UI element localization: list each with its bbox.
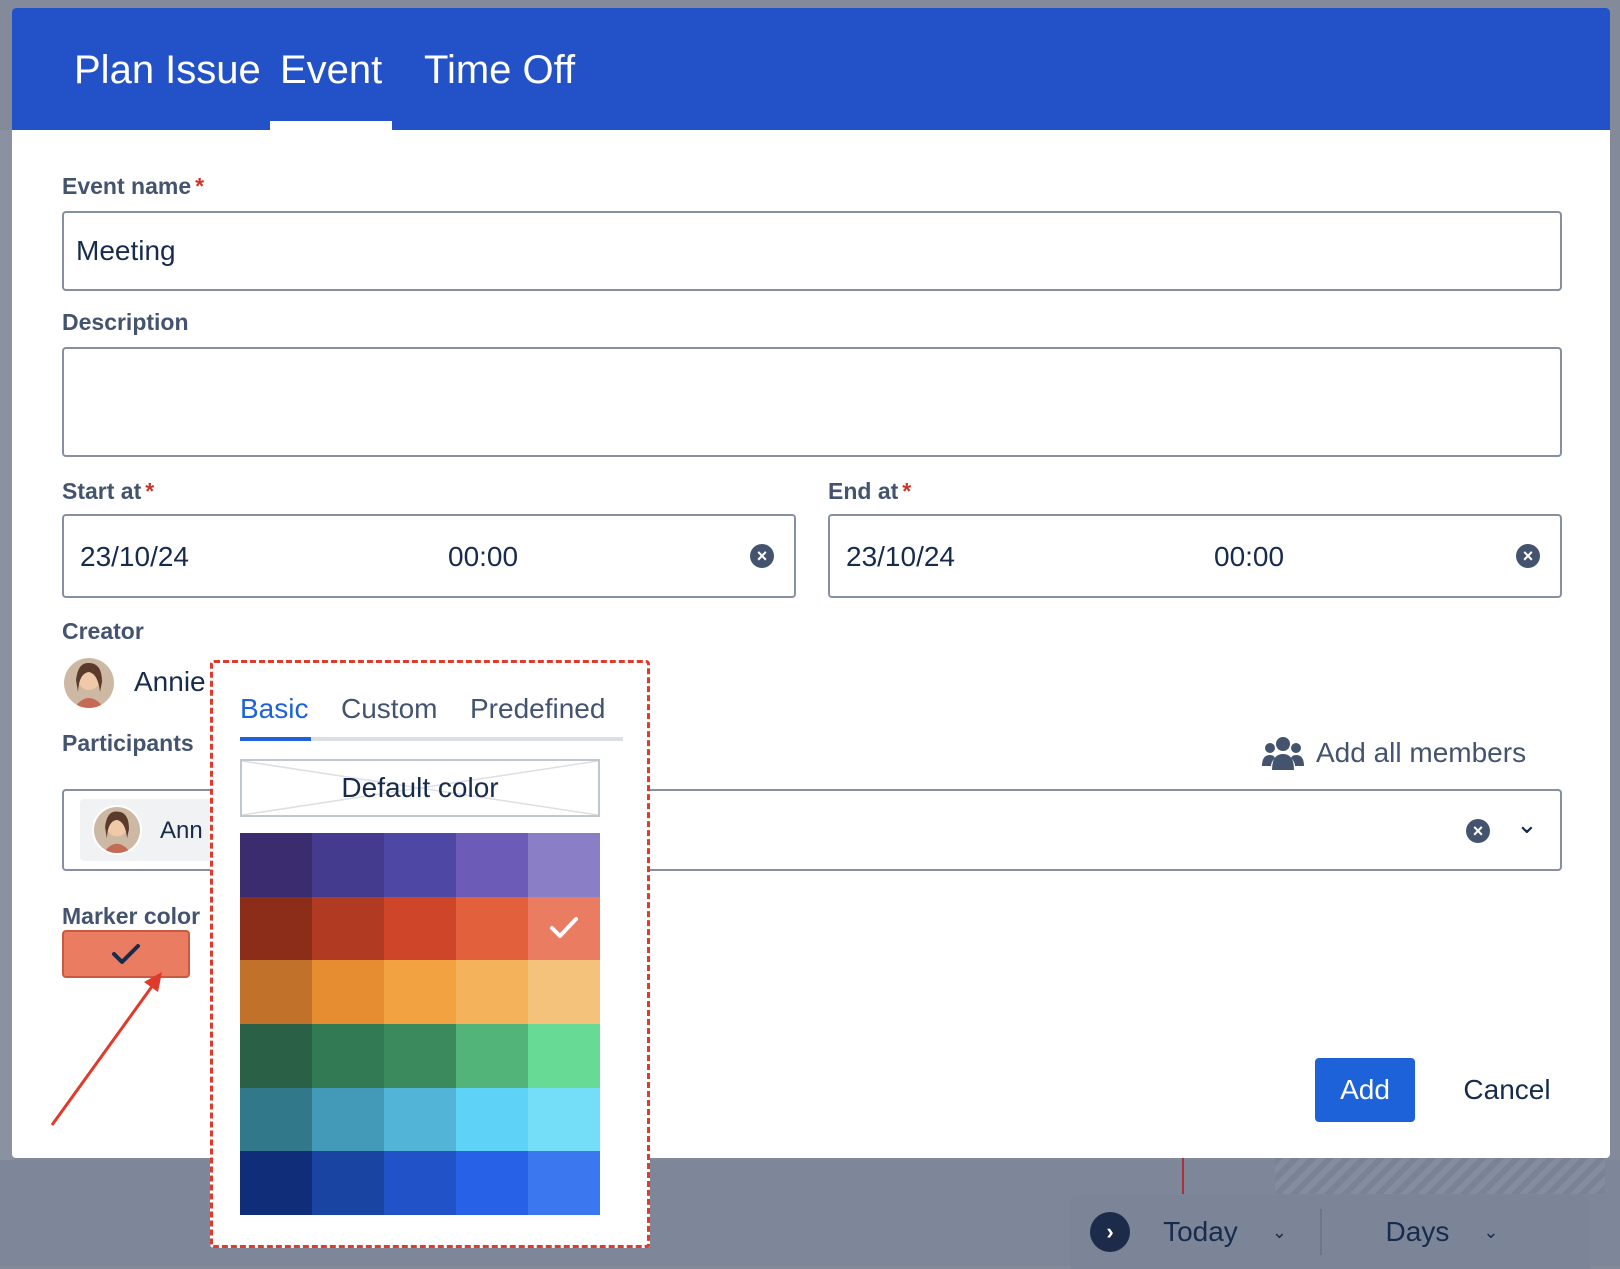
color-picker-popup: Basic Custom Predefined Default color bbox=[210, 660, 650, 1248]
default-color-label: Default color bbox=[341, 772, 499, 803]
color-swatch[interactable] bbox=[384, 960, 456, 1024]
color-swatch[interactable] bbox=[312, 1151, 384, 1215]
color-swatch[interactable] bbox=[312, 833, 384, 897]
picker-tab-custom[interactable]: Custom bbox=[341, 693, 437, 725]
color-swatch[interactable] bbox=[528, 1151, 600, 1215]
default-color-button[interactable]: Default color bbox=[240, 759, 600, 817]
color-swatch[interactable] bbox=[384, 1151, 456, 1215]
color-swatch[interactable] bbox=[312, 1024, 384, 1088]
color-swatch[interactable] bbox=[312, 960, 384, 1024]
check-icon bbox=[550, 917, 578, 939]
color-swatch[interactable] bbox=[240, 1151, 312, 1215]
color-swatch[interactable] bbox=[384, 1087, 456, 1152]
color-swatch[interactable] bbox=[384, 896, 456, 961]
color-swatch[interactable] bbox=[240, 896, 312, 961]
picker-tab-indicator bbox=[240, 737, 311, 741]
color-swatch[interactable] bbox=[456, 1087, 528, 1152]
color-swatch[interactable] bbox=[384, 833, 456, 897]
color-swatch[interactable] bbox=[456, 1151, 528, 1215]
picker-tab-basic[interactable]: Basic bbox=[240, 693, 308, 725]
color-swatch[interactable] bbox=[528, 896, 600, 961]
color-swatch[interactable] bbox=[456, 1024, 528, 1088]
color-swatch[interactable] bbox=[312, 896, 384, 961]
color-swatch[interactable] bbox=[528, 833, 600, 897]
color-swatch[interactable] bbox=[528, 1024, 600, 1088]
color-swatch[interactable] bbox=[240, 1024, 312, 1088]
color-swatch[interactable] bbox=[528, 1087, 600, 1152]
color-swatch[interactable] bbox=[240, 833, 312, 897]
color-swatch[interactable] bbox=[384, 1024, 456, 1088]
color-swatch[interactable] bbox=[456, 960, 528, 1024]
color-swatch-grid bbox=[240, 833, 600, 1215]
color-swatch[interactable] bbox=[240, 960, 312, 1024]
color-swatch[interactable] bbox=[240, 1087, 312, 1152]
color-swatch[interactable] bbox=[456, 896, 528, 961]
picker-tab-predefined[interactable]: Predefined bbox=[470, 693, 605, 725]
color-swatch[interactable] bbox=[312, 1087, 384, 1152]
color-swatch[interactable] bbox=[528, 960, 600, 1024]
color-swatch[interactable] bbox=[456, 833, 528, 897]
